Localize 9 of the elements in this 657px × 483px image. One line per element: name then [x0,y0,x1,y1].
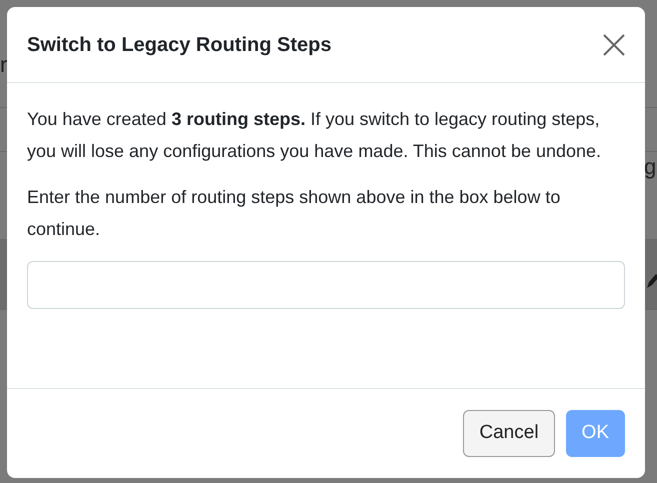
dialog-message: Enter the number of routing steps shown above in the box below to continue. [27,186,562,241]
background-text: g [644,153,656,181]
background-text: r [0,51,8,79]
input-field[interactable] [27,261,625,309]
cancel-button[interactable]: Cancel [463,410,555,457]
close-icon [603,34,625,56]
dialog-message: You have created 3 routing steps. If you switch to legacy routing steps, you will lose any configurations you have made. This cannot be undone. [27,108,602,163]
close-button[interactable] [601,32,627,58]
dialog-title: Switch to Legacy Routing Steps [27,32,332,58]
